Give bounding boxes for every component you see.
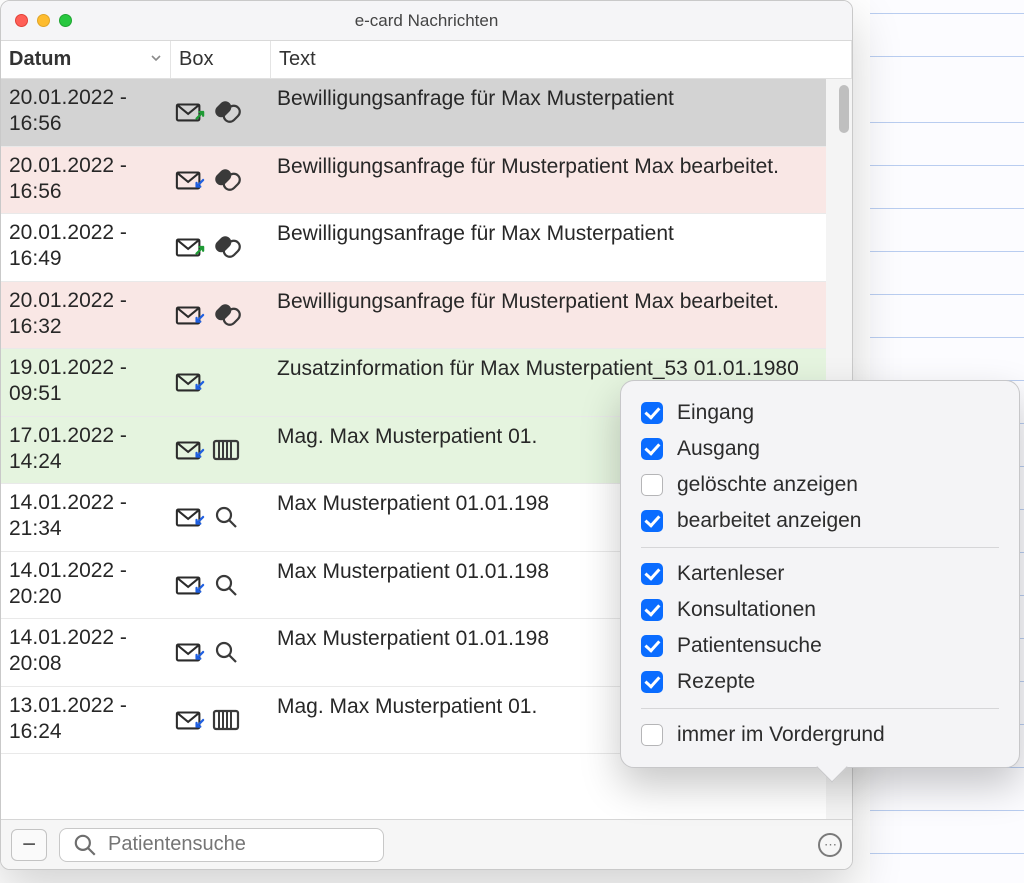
table-row[interactable]: 20.01.2022 - 16:49 Bewilligungsanfrage fü… [1, 214, 852, 282]
more-options-button[interactable]: ⋯ [818, 833, 842, 857]
cell-datum: 20.01.2022 - 16:56 [1, 79, 171, 146]
column-header-datum[interactable]: Datum [1, 41, 171, 78]
filter-option-label: bearbeitet anzeigen [677, 509, 861, 533]
column-headers: Datum Box Text [1, 41, 852, 79]
search-icon [211, 504, 241, 530]
search-icon [211, 572, 241, 598]
cell-datum: 17.01.2022 - 14:24 [1, 417, 171, 484]
search-field[interactable] [59, 828, 384, 862]
mail-in-icon [175, 302, 205, 328]
cell-box [171, 349, 271, 416]
table-row[interactable]: 20.01.2022 - 16:56 Bewilligungsanfrage fü… [1, 147, 852, 215]
checkbox[interactable] [641, 563, 663, 585]
mail-in-icon [175, 504, 205, 530]
filter-option-label: gelöschte anzeigen [677, 473, 858, 497]
cell-box [171, 552, 271, 619]
pill-icon [211, 234, 241, 260]
card-icon [211, 707, 241, 733]
card-icon [211, 437, 241, 463]
checkbox[interactable] [641, 474, 663, 496]
filter-option[interactable]: immer im Vordergrund [641, 717, 999, 753]
mail-in-icon [175, 437, 205, 463]
checkbox[interactable] [641, 724, 663, 746]
filter-option-label: Kartenleser [677, 562, 784, 586]
popover-divider [641, 708, 999, 709]
search-icon [70, 832, 100, 858]
cell-box [171, 214, 271, 281]
mail-in-icon [175, 572, 205, 598]
mail-in-icon [175, 639, 205, 665]
remove-button[interactable]: − [11, 829, 47, 861]
cell-text: Bewilligungsanfrage für Max Musterpatien… [271, 79, 852, 146]
cell-box [171, 417, 271, 484]
bottom-toolbar: − ⋯ [1, 819, 852, 869]
filter-option[interactable]: Patientensuche [641, 628, 999, 664]
cell-datum: 19.01.2022 - 09:51 [1, 349, 171, 416]
scrollbar-thumb[interactable] [839, 85, 849, 133]
filter-option-label: Rezepte [677, 670, 755, 694]
cell-datum: 14.01.2022 - 20:20 [1, 552, 171, 619]
pill-icon [211, 302, 241, 328]
filter-option[interactable]: Kartenleser [641, 556, 999, 592]
filter-option[interactable]: bearbeitet anzeigen [641, 503, 999, 539]
cell-box [171, 282, 271, 349]
filter-option[interactable]: Rezepte [641, 664, 999, 700]
filter-option-label: Eingang [677, 401, 754, 425]
mail-in-icon [175, 707, 205, 733]
checkbox[interactable] [641, 599, 663, 621]
filter-option[interactable]: Eingang [641, 395, 999, 431]
column-header-box-label: Box [179, 48, 213, 71]
cell-box [171, 619, 271, 686]
cell-datum: 20.01.2022 - 16:32 [1, 282, 171, 349]
column-header-text-label: Text [279, 48, 316, 71]
window-title: e-card Nachrichten [1, 11, 852, 31]
mail-in-icon [175, 167, 205, 193]
filter-option-label: immer im Vordergrund [677, 723, 885, 747]
popover-divider [641, 547, 999, 548]
cell-box [171, 79, 271, 146]
cell-text: Bewilligungsanfrage für Musterpatient Ma… [271, 282, 852, 349]
filter-option-label: Ausgang [677, 437, 760, 461]
checkbox[interactable] [641, 635, 663, 657]
column-header-box[interactable]: Box [171, 41, 271, 78]
filter-option-label: Konsultationen [677, 598, 816, 622]
mail-out-icon [175, 234, 205, 260]
pill-icon [211, 99, 241, 125]
search-input[interactable] [108, 833, 373, 856]
filter-option[interactable]: Ausgang [641, 431, 999, 467]
filter-popover: Eingang Ausgang gelöschte anzeigen bearbeit… [620, 380, 1020, 768]
mail-out-icon [175, 99, 205, 125]
filter-option[interactable]: gelöschte anzeigen [641, 467, 999, 503]
table-row[interactable]: 20.01.2022 - 16:56 Bewilligungsanfrage fü… [1, 79, 852, 147]
filter-option-label: Patientensuche [677, 634, 822, 658]
cell-text: Bewilligungsanfrage für Max Musterpatien… [271, 214, 852, 281]
cell-datum: 14.01.2022 - 21:34 [1, 484, 171, 551]
checkbox[interactable] [641, 438, 663, 460]
cell-datum: 13.01.2022 - 16:24 [1, 687, 171, 754]
checkbox[interactable] [641, 671, 663, 693]
cell-text: Bewilligungsanfrage für Musterpatient Ma… [271, 147, 852, 214]
search-icon [211, 639, 241, 665]
table-row[interactable]: 20.01.2022 - 16:32 Bewilligungsanfrage fü… [1, 282, 852, 350]
checkbox[interactable] [641, 510, 663, 532]
titlebar: e-card Nachrichten [1, 1, 852, 41]
cell-datum: 20.01.2022 - 16:49 [1, 214, 171, 281]
filter-option[interactable]: Konsultationen [641, 592, 999, 628]
cell-box [171, 687, 271, 754]
pill-icon [211, 167, 241, 193]
mail-in-icon [175, 369, 205, 395]
cell-box [171, 484, 271, 551]
checkbox[interactable] [641, 402, 663, 424]
cell-datum: 20.01.2022 - 16:56 [1, 147, 171, 214]
column-header-text[interactable]: Text [271, 41, 852, 78]
column-header-datum-label: Datum [9, 48, 71, 71]
cell-box [171, 147, 271, 214]
sort-caret-icon [150, 52, 162, 67]
cell-datum: 14.01.2022 - 20:08 [1, 619, 171, 686]
